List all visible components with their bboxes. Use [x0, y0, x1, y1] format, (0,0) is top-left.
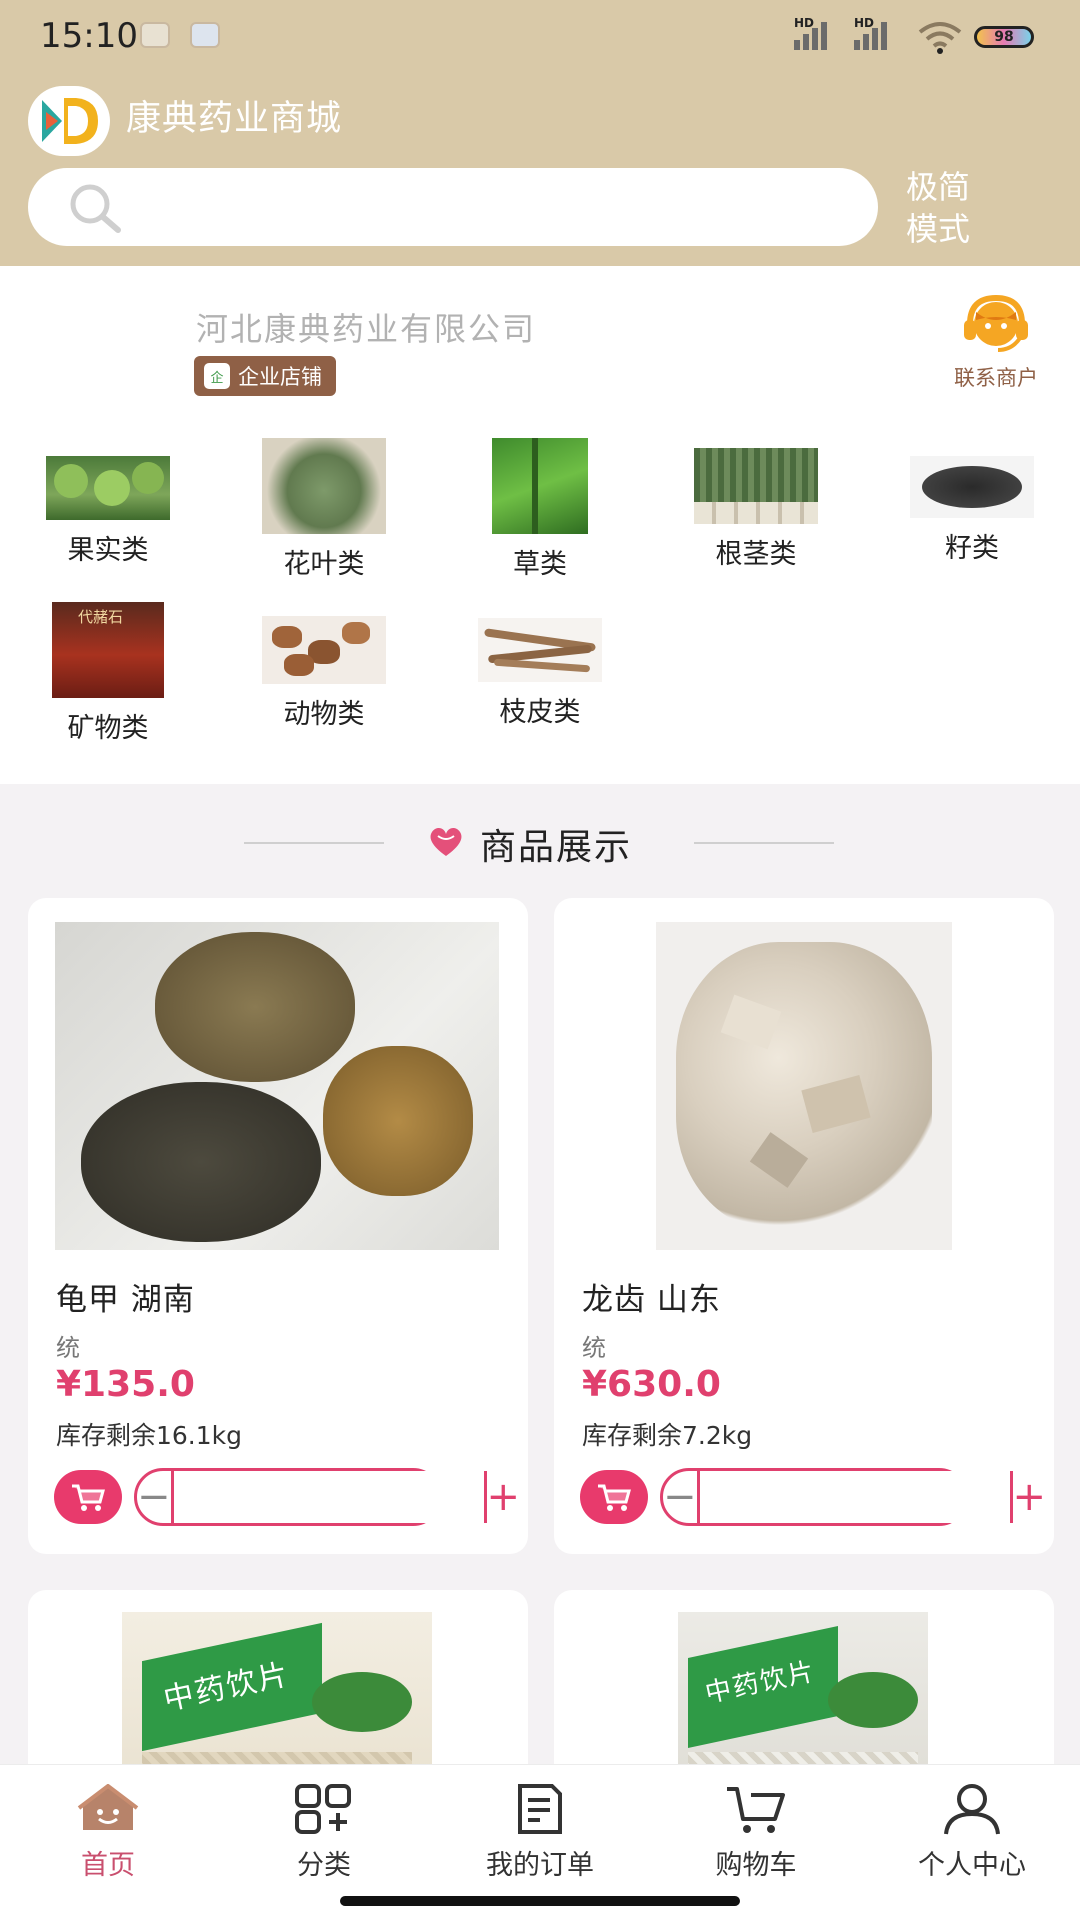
category-mineral[interactable]: 代赭石 矿物类: [0, 602, 216, 745]
add-to-cart-button[interactable]: [580, 1470, 648, 1524]
simple-mode-button[interactable]: 极简模式: [906, 166, 986, 250]
category-root[interactable]: 根茎类: [648, 438, 864, 571]
add-to-cart-button[interactable]: [54, 1470, 122, 1524]
wifi-icon: [918, 22, 962, 54]
quantity-stepper: − +: [134, 1468, 520, 1526]
product-image: [55, 922, 499, 1250]
contact-merchant-label: 联系商户: [954, 366, 1038, 390]
tab-orders[interactable]: 我的订单: [432, 1781, 648, 1882]
search-icon: [70, 184, 121, 233]
badge-label: 企业店铺: [238, 365, 322, 389]
tab-category[interactable]: 分类: [216, 1781, 432, 1882]
signal-label: HD: [794, 16, 815, 30]
quantity-input[interactable]: [170, 1471, 487, 1523]
cart-icon: [72, 1484, 105, 1511]
product-unit: 统: [582, 1334, 606, 1362]
category-animal[interactable]: 动物类: [216, 602, 432, 731]
company-name: 河北康典药业有限公司: [196, 310, 537, 348]
category-label: 动物类: [283, 699, 365, 730]
battery-icon: 98: [974, 26, 1034, 48]
search-input[interactable]: [28, 168, 878, 246]
product-unit: 统: [56, 1334, 80, 1362]
home-icon: [77, 1784, 139, 1830]
category-leaf[interactable]: 花叶类: [216, 438, 432, 581]
signal-icon: HD: [794, 16, 827, 50]
product-name: 龟甲 湖南: [56, 1282, 195, 1318]
leaf-image: [262, 438, 386, 534]
heart-icon: [430, 828, 462, 856]
product-image: [656, 922, 952, 1250]
decrease-button[interactable]: −: [663, 1471, 697, 1523]
store-logo: [28, 86, 110, 156]
category-label: 矿物类: [67, 713, 149, 744]
fruit-image: [46, 456, 170, 520]
contact-merchant-button[interactable]: 联系商户: [936, 294, 1056, 392]
quantity-stepper: − +: [660, 1468, 1046, 1526]
grass-image: [492, 438, 588, 534]
quantity-input[interactable]: [696, 1471, 1013, 1523]
home-indicator: [340, 1896, 740, 1906]
tab-cart[interactable]: 购物车: [648, 1781, 864, 1882]
root-image: [694, 448, 818, 524]
product-stock: 库存剩余7.2kg: [582, 1421, 753, 1450]
increase-button[interactable]: +: [487, 1471, 521, 1523]
company-section: 河北康典药业有限公司 企 企业店铺 联系商户 果实类 花叶类 草类 根茎类 籽类…: [0, 266, 1080, 784]
animal-image: [262, 616, 386, 684]
app-header: 15:10 HD HD 98 康典药业商城 极简模式: [0, 0, 1080, 266]
seed-image: [910, 456, 1034, 518]
cart-icon: [727, 1787, 785, 1833]
divider: [694, 842, 834, 844]
category-label: 果实类: [67, 535, 149, 566]
signal-label-2: HD: [854, 16, 875, 30]
decrease-button[interactable]: −: [137, 1471, 171, 1523]
status-bar: 15:10 HD HD 98: [0, 0, 1080, 70]
signal-icon-2: HD: [854, 16, 887, 50]
tab-home[interactable]: 首页: [0, 1781, 216, 1882]
product-price: ¥630.0: [582, 1364, 721, 1405]
tab-profile[interactable]: 个人中心: [864, 1781, 1080, 1882]
status-time: 15:10: [40, 16, 138, 56]
store-name: 康典药业商城: [126, 99, 343, 139]
tab-label: 个人中心: [918, 1850, 1026, 1881]
enterprise-store-badge: 企 企业店铺: [194, 356, 336, 396]
product-price: ¥135.0: [56, 1364, 195, 1405]
product-name: 龙齿 山东: [582, 1282, 721, 1318]
category-label: 根茎类: [715, 539, 797, 570]
tab-label: 分类: [297, 1850, 351, 1881]
divider: [244, 842, 384, 844]
product-section-title: 商品展示: [0, 812, 1080, 872]
category-label: 籽类: [945, 533, 999, 564]
mail-notification-icon: [190, 22, 220, 48]
category-bark[interactable]: 枝皮类: [432, 602, 648, 729]
category-seed[interactable]: 籽类: [864, 438, 1080, 565]
customer-service-icon: [964, 294, 1028, 352]
cart-icon: [598, 1484, 631, 1511]
increase-button[interactable]: +: [1013, 1471, 1047, 1523]
orders-icon: [518, 1784, 562, 1834]
product-card[interactable]: 龙齿 山东 统 ¥630.0 库存剩余7.2kg − +: [554, 898, 1054, 1554]
product-stock: 库存剩余16.1kg: [56, 1421, 243, 1450]
category-label: 草类: [513, 549, 567, 580]
tab-label: 我的订单: [486, 1850, 594, 1881]
section-title-text: 商品展示: [480, 827, 633, 868]
category-fruit[interactable]: 果实类: [0, 438, 216, 567]
bark-image: [478, 618, 602, 682]
category-grass[interactable]: 草类: [432, 438, 648, 581]
category-label: 花叶类: [283, 549, 365, 580]
user-icon: [944, 1784, 1000, 1835]
tab-label: 首页: [81, 1850, 135, 1881]
grid-icon: [295, 1784, 351, 1834]
category-label: 枝皮类: [499, 697, 581, 728]
notification-app-icon: [140, 22, 170, 48]
mineral-image: 代赭石: [52, 602, 164, 698]
enterprise-icon: 企: [204, 363, 230, 389]
tab-label: 购物车: [715, 1850, 797, 1881]
mineral-image-text: 代赭石: [78, 608, 124, 626]
product-card[interactable]: 龟甲 湖南 统 ¥135.0 库存剩余16.1kg − +: [28, 898, 528, 1554]
